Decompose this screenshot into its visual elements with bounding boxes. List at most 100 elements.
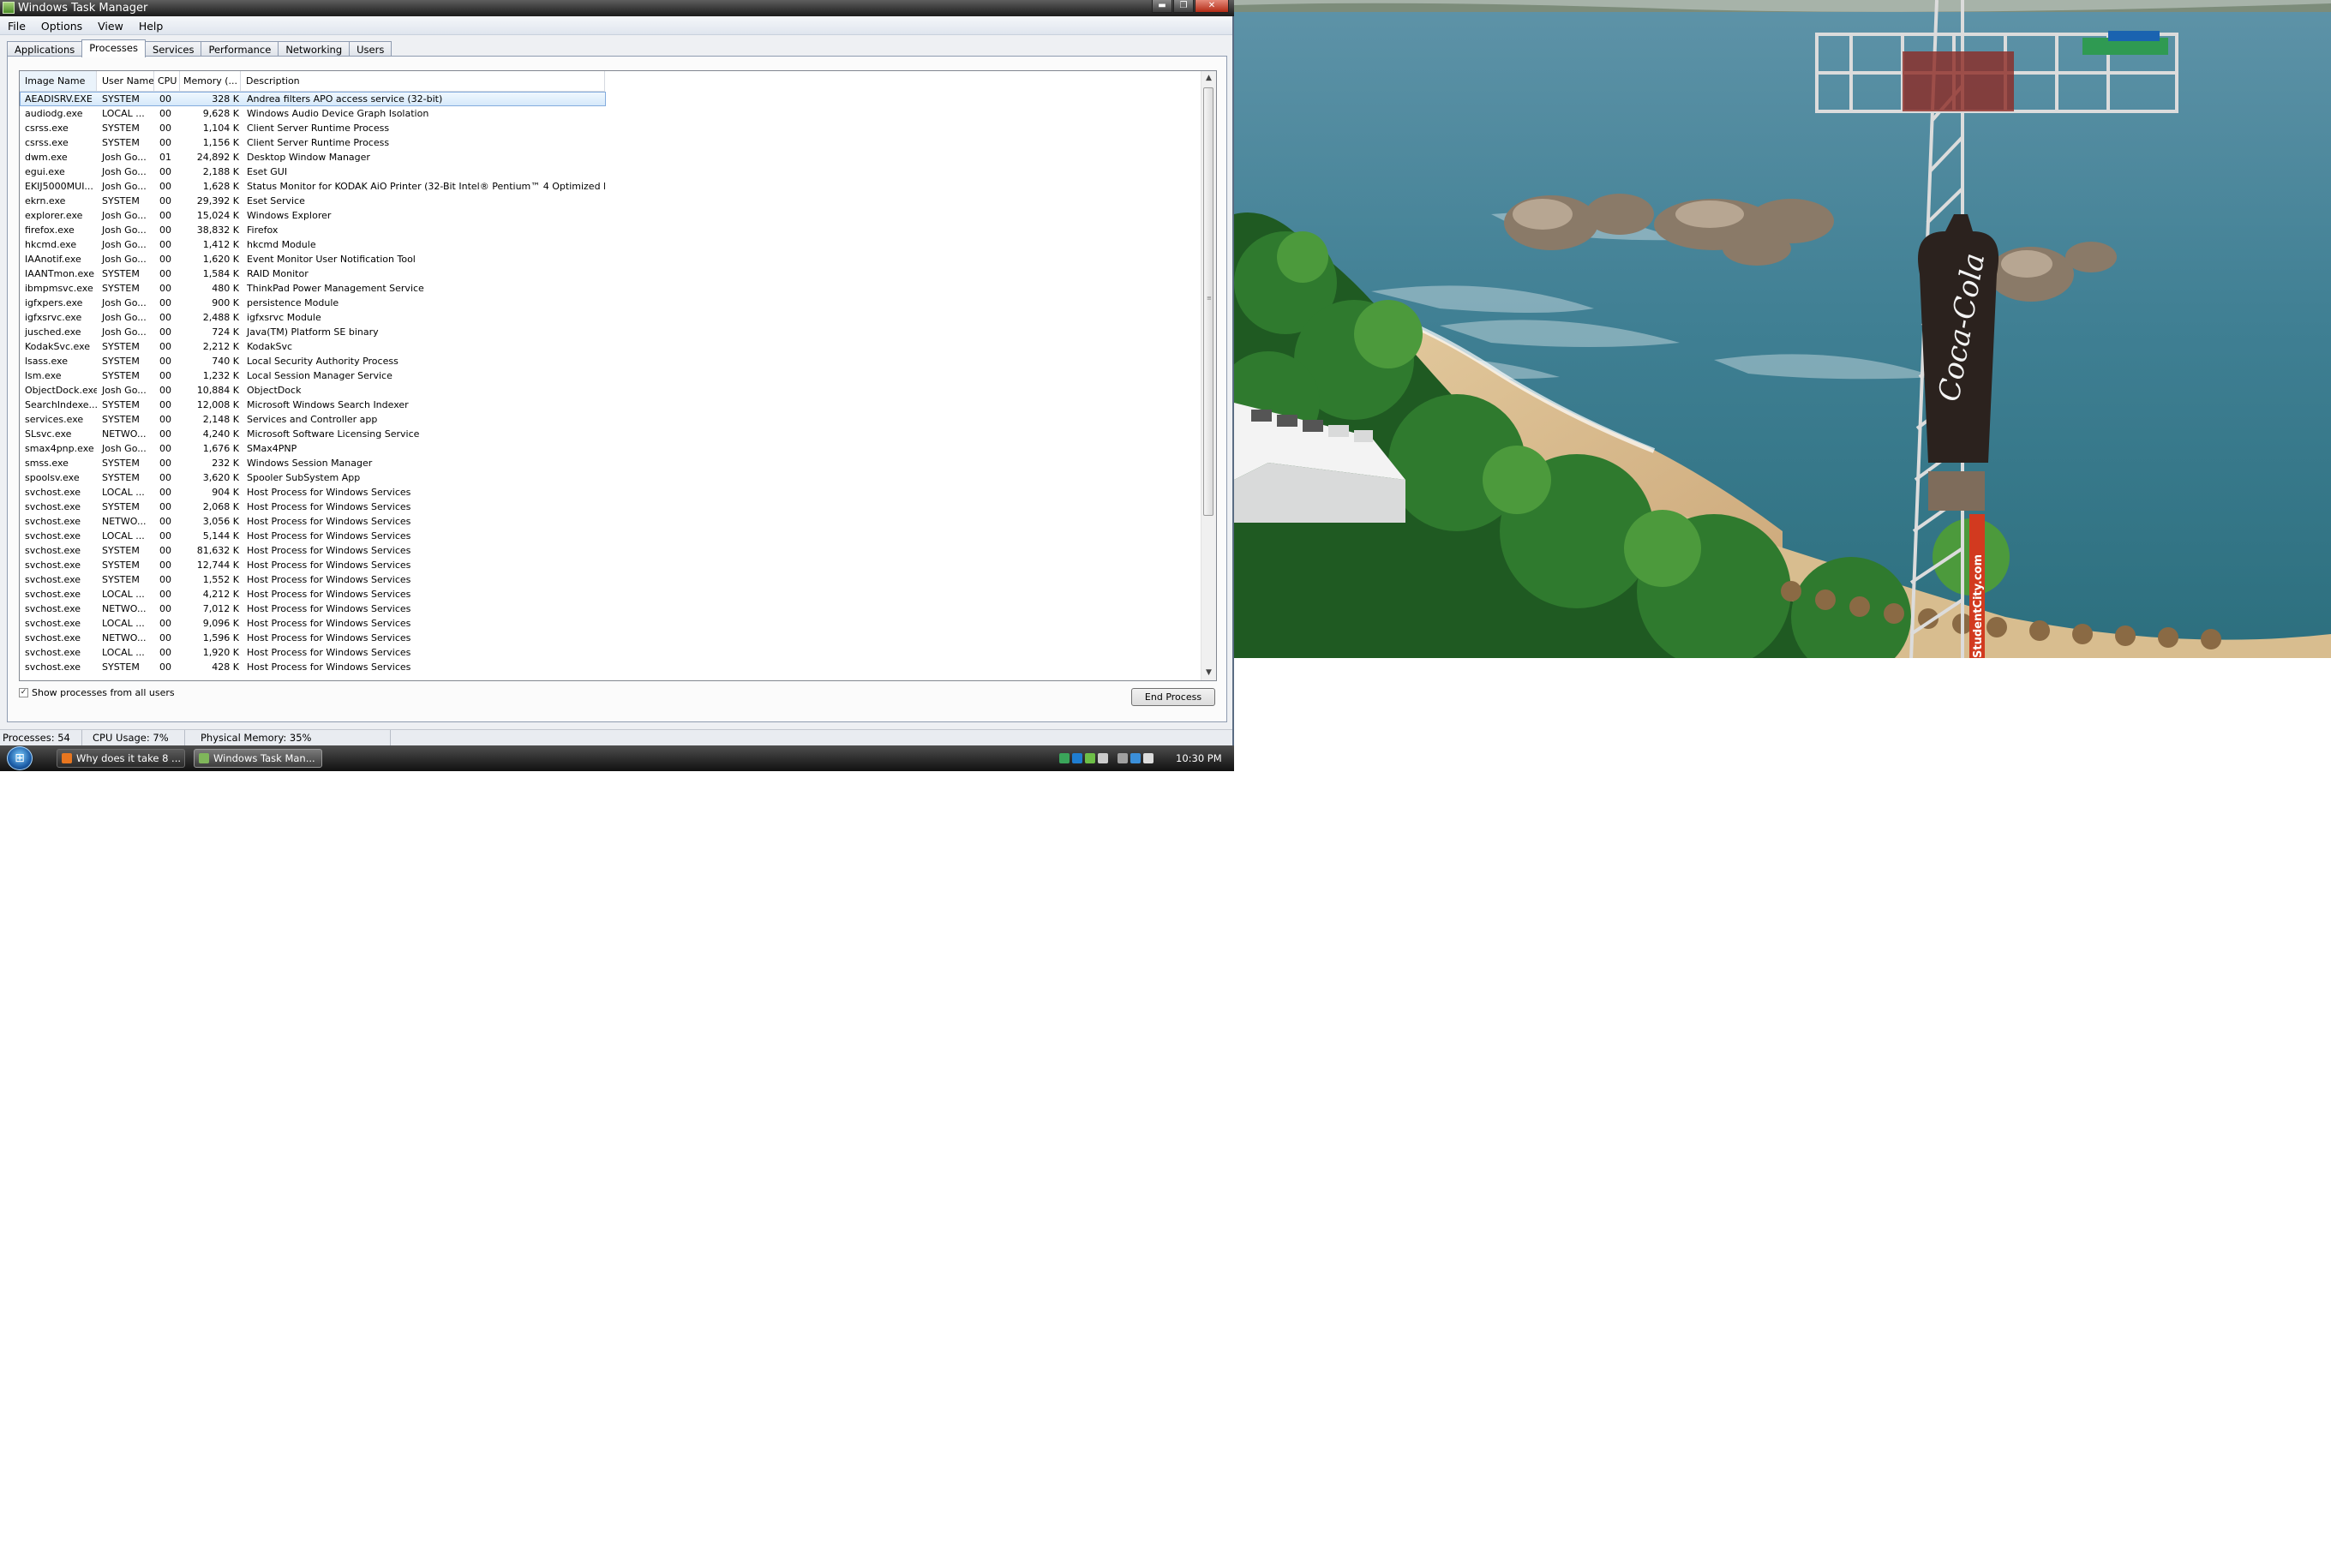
process-row[interactable]: IAANTmon.exe SYSTEM 00 1,584 K RAID Monitor [20, 266, 606, 281]
column-description[interactable]: Description [241, 71, 605, 92]
security-tray-icon[interactable] [1059, 753, 1070, 763]
process-list[interactable]: Image Name User Name CPU Memory (... Des… [19, 70, 1217, 681]
column-user-name[interactable]: User Name [97, 71, 154, 92]
power-tray-icon[interactable] [1085, 753, 1095, 763]
process-description: Host Process for Windows Services [247, 603, 411, 614]
menu-options[interactable]: Options [33, 20, 90, 33]
process-memory: 9,096 K [202, 618, 239, 629]
process-row[interactable]: ibmpmsvc.exe SYSTEM 00 480 K ThinkPad Power … [20, 281, 606, 296]
tab-performance[interactable]: Performance [201, 41, 279, 57]
scroll-thumb[interactable]: ≡ [1203, 87, 1213, 516]
volume-icon[interactable] [1143, 753, 1154, 763]
tab-applications[interactable]: Applications [7, 41, 83, 57]
process-memory: 2,148 K [202, 414, 239, 425]
process-row[interactable]: svchost.exe NETWO... 00 1,596 K Host Process… [20, 631, 606, 645]
device-tray-icon[interactable] [1098, 753, 1108, 763]
scroll-down-icon[interactable]: ▼ [1201, 666, 1216, 680]
process-row[interactable]: dwm.exe Josh Go... 01 24,892 K Desktop Windo… [20, 150, 606, 165]
process-memory: 1,104 K [202, 123, 239, 134]
clock[interactable]: 10:30 PM [1176, 749, 1222, 768]
process-row[interactable]: svchost.exe LOCAL ... 00 9,096 K Host Proces… [20, 616, 606, 631]
process-row[interactable]: svchost.exe SYSTEM 00 428 K Host Process for… [20, 660, 606, 674]
process-row[interactable]: jusched.exe Josh Go... 00 724 K Java(TM) Pla… [20, 325, 606, 339]
tab-services[interactable]: Services [144, 41, 202, 57]
process-user-name: SYSTEM [102, 560, 140, 571]
process-row[interactable]: svchost.exe LOCAL ... 00 5,144 K Host Proces… [20, 529, 606, 543]
process-row[interactable]: KodakSvc.exe SYSTEM 00 2,212 K KodakSvc [20, 339, 606, 354]
process-row[interactable]: IAAnotif.exe Josh Go... 00 1,620 K Event Mon… [20, 252, 606, 266]
process-row[interactable]: firefox.exe Josh Go... 00 38,832 K Firefox [20, 223, 606, 237]
process-memory: 3,620 K [202, 472, 239, 483]
process-row[interactable]: egui.exe Josh Go... 00 2,188 K Eset GUI [20, 165, 606, 179]
vertical-scrollbar[interactable]: ▲ ≡ ▼ [1201, 71, 1216, 680]
minimize-button[interactable]: ▬ [1152, 0, 1172, 13]
process-cpu: 00 [159, 574, 171, 585]
task-manager-icon [3, 2, 15, 14]
process-row[interactable]: svchost.exe LOCAL ... 00 1,920 K Host Proces… [20, 645, 606, 660]
process-memory: 81,632 K [196, 545, 239, 556]
taskbar-button-task-manager[interactable]: Windows Task Man... [194, 749, 322, 768]
process-row[interactable]: svchost.exe NETWO... 00 3,056 K Host Process… [20, 514, 606, 529]
menu-file[interactable]: File [0, 20, 33, 33]
process-row[interactable]: csrss.exe SYSTEM 00 1,156 K Client Server Ru… [20, 135, 606, 150]
menu-help[interactable]: Help [131, 20, 171, 33]
process-row[interactable]: igfxsrvc.exe Josh Go... 00 2,488 K igfxsrvc … [20, 310, 606, 325]
process-description: Host Process for Windows Services [247, 661, 411, 673]
column-image-name[interactable]: Image Name [20, 71, 97, 92]
wireless-tray-icon[interactable] [1130, 753, 1141, 763]
process-user-name: Josh Go... [102, 385, 147, 396]
tab-processes[interactable]: Processes [81, 39, 146, 57]
process-row[interactable]: AEADISRV.EXE SYSTEM 00 328 K Andrea filters … [20, 92, 606, 106]
tab-users[interactable]: Users [349, 41, 392, 57]
process-row[interactable]: igfxpers.exe Josh Go... 00 900 K persistence… [20, 296, 606, 310]
process-description: Host Process for Windows Services [247, 487, 411, 498]
process-row[interactable]: EKIJ5000MUI... Josh Go... 00 1,628 K Status … [20, 179, 606, 194]
process-row[interactable]: lsass.exe SYSTEM 00 740 K Local Security Aut… [20, 354, 606, 368]
process-row[interactable]: explorer.exe Josh Go... 00 15,024 K Windows … [20, 208, 606, 223]
process-row[interactable]: lsm.exe SYSTEM 00 1,232 K Local Session Mana… [20, 368, 606, 383]
process-row[interactable]: services.exe SYSTEM 00 2,148 K Services and … [20, 412, 606, 427]
process-row[interactable]: svchost.exe SYSTEM 00 12,744 K Host Process … [20, 558, 606, 572]
printer-tray-icon[interactable] [1118, 753, 1128, 763]
process-row[interactable]: smss.exe SYSTEM 00 232 K Windows Session Man… [20, 456, 606, 470]
show-all-checkbox[interactable]: ✓ [19, 688, 28, 697]
process-user-name: Josh Go... [102, 312, 147, 323]
process-row[interactable]: svchost.exe SYSTEM 00 1,552 K Host Process f… [20, 572, 606, 587]
process-row[interactable]: SLsvc.exe NETWO... 00 4,240 K Microsoft Soft… [20, 427, 606, 441]
process-user-name: SYSTEM [102, 195, 140, 206]
process-row[interactable]: smax4pnp.exe Josh Go... 00 1,676 K SMax4PNP [20, 441, 606, 456]
process-row[interactable]: ObjectDock.exe Josh Go... 00 10,884 K Object… [20, 383, 606, 398]
maximize-button[interactable]: ❐ [1173, 0, 1194, 13]
process-row[interactable]: svchost.exe NETWO... 00 7,012 K Host Process… [20, 601, 606, 616]
process-row[interactable]: svchost.exe LOCAL ... 00 904 K Host Process … [20, 485, 606, 500]
process-description: hkcmd Module [247, 239, 316, 250]
column-memory[interactable]: Memory (... [180, 71, 241, 92]
process-memory: 900 K [212, 297, 239, 308]
process-row[interactable]: svchost.exe SYSTEM 00 81,632 K Host Process … [20, 543, 606, 558]
start-button[interactable]: ⊞ [7, 746, 33, 770]
process-row[interactable]: ekrn.exe SYSTEM 00 29,392 K Eset Service [20, 194, 606, 208]
process-description: Local Security Authority Process [247, 356, 398, 367]
scroll-up-icon[interactable]: ▲ [1201, 71, 1216, 86]
network-tray-icon[interactable] [1072, 753, 1082, 763]
end-process-button[interactable]: End Process [1131, 688, 1215, 706]
taskbar-button-firefox[interactable]: Why does it take 8 ... [57, 749, 185, 768]
process-row[interactable]: svchost.exe LOCAL ... 00 4,212 K Host Proces… [20, 587, 606, 601]
column-cpu[interactable]: CPU [154, 71, 180, 92]
process-row[interactable]: csrss.exe SYSTEM 00 1,104 K Client Server Ru… [20, 121, 606, 135]
system-tray [1059, 749, 1154, 768]
tab-networking[interactable]: Networking [278, 41, 351, 57]
process-row[interactable]: SearchIndexe... SYSTEM 00 12,008 K Microsoft… [20, 398, 606, 412]
process-row[interactable]: hkcmd.exe Josh Go... 00 1,412 K hkcmd Module [20, 237, 606, 252]
process-description: Local Session Manager Service [247, 370, 392, 381]
process-row[interactable]: audiodg.exe LOCAL ... 00 9,628 K Windows Aud… [20, 106, 606, 121]
process-row[interactable]: svchost.exe SYSTEM 00 2,068 K Host Process f… [20, 500, 606, 514]
show-all-users[interactable]: ✓ Show processes from all users [19, 687, 175, 698]
process-row[interactable]: spoolsv.exe SYSTEM 00 3,620 K Spooler SubSys… [20, 470, 606, 485]
menu-view[interactable]: View [90, 20, 131, 33]
process-cpu: 00 [159, 560, 171, 571]
close-button[interactable]: ✕ [1195, 0, 1229, 13]
process-description: Microsoft Windows Search Indexer [247, 399, 409, 410]
desktop-wallpaper: Coca-Cola StudentCity.com [1234, 0, 2331, 658]
title-bar[interactable]: Windows Task Manager ▬ ❐ ✕ [0, 0, 1234, 16]
